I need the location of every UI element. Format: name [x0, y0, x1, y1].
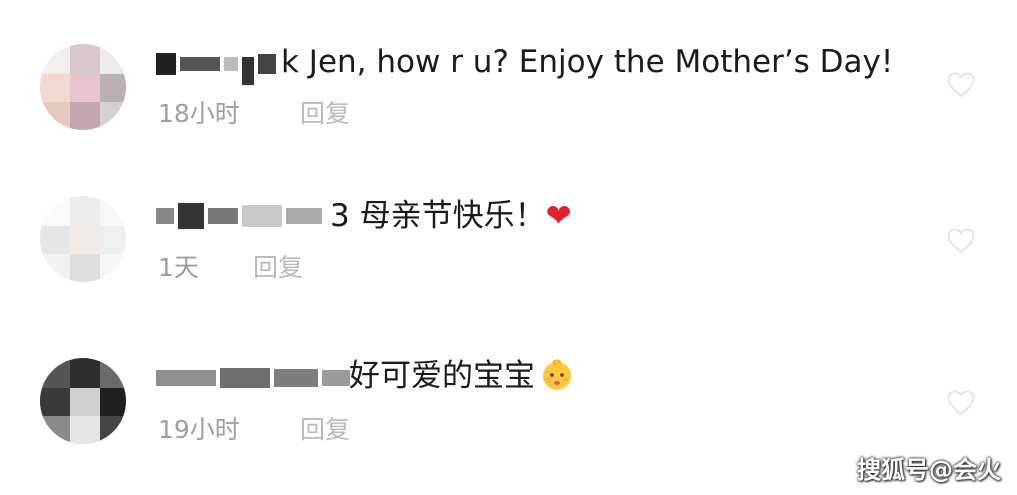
- comment-item: k Jen, how r u? Enjoy the Mother’s Day! …: [0, 28, 1017, 158]
- comment-text: k Jen, how r u? Enjoy the Mother’s Day!: [281, 44, 894, 80]
- reply-button[interactable]: 回复: [300, 98, 350, 130]
- red-heart-emoji: ❤: [545, 198, 572, 234]
- comment-time: 18小时: [158, 99, 240, 128]
- avatar[interactable]: [40, 196, 126, 282]
- comment-text: 好可爱的宝宝: [349, 356, 575, 396]
- comment-text: 3 母亲节快乐！❤: [330, 196, 572, 236]
- baby-face-icon: [543, 359, 571, 390]
- heart-outline-icon[interactable]: [946, 226, 976, 254]
- comment-item: 3 母亲节快乐！❤ 1天 回复: [0, 182, 1017, 312]
- comment-text-body: 好可爱的宝宝: [349, 358, 535, 394]
- username-blurred[interactable]: [156, 44, 276, 85]
- comment-text-body: 3 母亲节快乐！: [330, 198, 546, 234]
- watermark: 搜狐号@会火: [857, 456, 1001, 484]
- avatar[interactable]: [40, 44, 126, 130]
- username-blurred[interactable]: [156, 196, 322, 236]
- reply-button[interactable]: 回复: [253, 252, 303, 284]
- username-blurred[interactable]: [156, 358, 350, 398]
- avatar[interactable]: [40, 358, 126, 444]
- comment-time: 1天: [158, 253, 199, 282]
- heart-outline-icon[interactable]: [946, 388, 976, 416]
- heart-outline-icon[interactable]: [946, 70, 976, 98]
- comment-time: 19小时: [158, 415, 240, 444]
- reply-button[interactable]: 回复: [300, 414, 350, 446]
